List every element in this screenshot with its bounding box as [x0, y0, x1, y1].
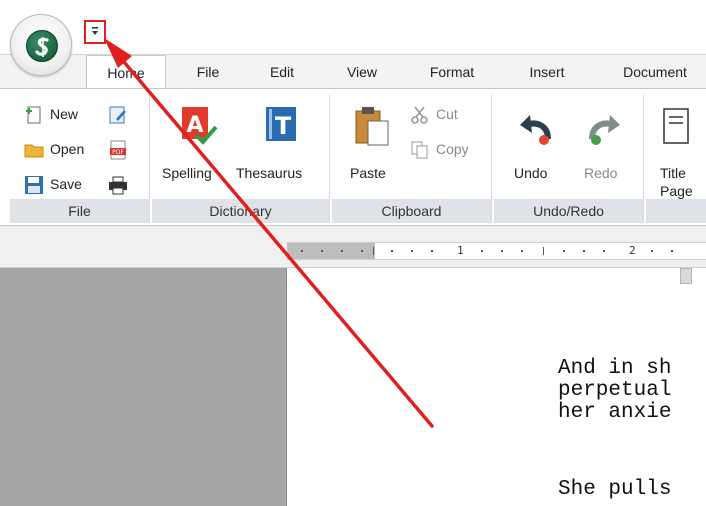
ruler-mark-1: 1 — [457, 244, 464, 257]
tab-view[interactable]: View — [332, 55, 392, 89]
clipboard-group-label: Clipboard — [332, 199, 491, 223]
ribbon-tab-bar: Home File Edit View Format Insert Docume… — [0, 54, 706, 90]
document-gutter — [0, 268, 287, 506]
save-disk-icon — [25, 176, 43, 194]
spelling-button[interactable]: A Spelling — [158, 103, 236, 193]
file-group: New Open Save PDF File — [10, 95, 150, 223]
spelling-label: Spelling — [162, 165, 212, 181]
ribbon: New Open Save PDF File A Spelling T Thes… — [0, 88, 706, 226]
new-document-icon — [26, 106, 41, 124]
spelling-check-icon: A — [182, 107, 218, 145]
title-page-icon — [663, 108, 689, 144]
app-logo-icon — [26, 30, 58, 62]
tab-home[interactable]: Home — [86, 55, 166, 90]
undo-button[interactable]: Undo — [504, 103, 570, 193]
paste-label: Paste — [350, 165, 386, 181]
scissors-icon — [411, 106, 428, 124]
dropdown-caret-icon — [92, 27, 98, 35]
ruler-ticks — [301, 247, 673, 255]
horizontal-ruler[interactable]: 1 2 — [287, 242, 706, 260]
edit-document-icon[interactable] — [108, 105, 128, 125]
undo-arrow-icon — [520, 115, 551, 145]
page-group-label — [646, 199, 706, 223]
undo-label: Undo — [514, 165, 548, 181]
new-label: New — [50, 106, 79, 122]
print-icon[interactable] — [108, 175, 128, 195]
tab-edit[interactable]: Edit — [254, 55, 310, 89]
thesaurus-icon: T — [266, 107, 296, 141]
open-label: Open — [50, 141, 85, 157]
svg-text:PDF: PDF — [112, 149, 124, 156]
clipboard-group: Paste Cut Copy Clipboard — [332, 95, 492, 223]
file-group-label: File — [10, 199, 149, 223]
doc-line-3: her anxie — [558, 401, 672, 424]
cut-label: Cut — [436, 106, 458, 122]
open-folder-icon — [24, 144, 44, 158]
title-page-button[interactable]: Title Page — [652, 103, 706, 199]
document-page[interactable]: And in sh perpetual her anxie She pulls — [288, 268, 706, 506]
dictionary-group: A Spelling T Thesaurus Dictionary — [152, 95, 330, 223]
doc-line-5: She pulls — [558, 478, 672, 501]
pdf-icon[interactable]: PDF — [108, 140, 128, 160]
copy-label: Copy — [436, 141, 469, 157]
ruler-mark-2: 2 — [629, 244, 636, 257]
page-group: Title Page — [646, 95, 706, 223]
tab-document[interactable]: Document — [604, 55, 706, 89]
doc-line-1: And in sh — [558, 357, 672, 380]
title-page-label-line2: Page — [660, 183, 693, 199]
copy-icon — [411, 141, 428, 159]
dictionary-group-label: Dictionary — [152, 199, 329, 223]
svg-text:A: A — [186, 113, 203, 138]
redo-arrow-icon — [589, 115, 620, 145]
save-label: Save — [50, 176, 82, 192]
svg-text:T: T — [275, 112, 292, 140]
redo-label: Redo — [584, 165, 618, 181]
app-menu-button[interactable] — [10, 14, 72, 76]
paste-button[interactable]: Paste — [344, 103, 400, 193]
paste-clipboard-icon — [355, 107, 389, 146]
tab-file[interactable]: File — [180, 55, 236, 89]
doc-line-2: perpetual — [558, 379, 672, 402]
redo-button[interactable]: Redo — [574, 103, 636, 193]
page-marker-icon — [680, 268, 692, 284]
ruler-strip: 1 2 — [0, 226, 706, 268]
tab-insert[interactable]: Insert — [512, 55, 582, 89]
tab-format[interactable]: Format — [414, 55, 490, 89]
undo-redo-group-label: Undo/Redo — [494, 199, 643, 223]
undo-redo-group: Undo Redo Undo/Redo — [494, 95, 644, 223]
quick-access-dropdown[interactable] — [84, 20, 106, 44]
thesaurus-button[interactable]: T Thesaurus — [236, 103, 326, 193]
thesaurus-label: Thesaurus — [236, 165, 303, 181]
title-page-label-line1: Title — [660, 165, 686, 181]
